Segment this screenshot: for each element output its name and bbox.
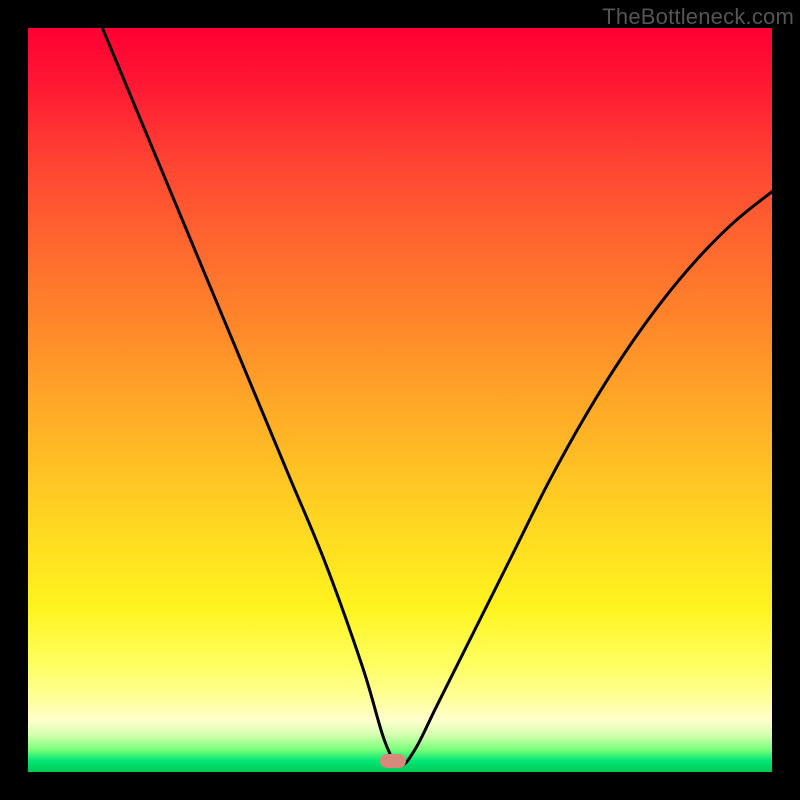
plot-area [28, 28, 772, 772]
min-marker [380, 754, 406, 768]
chart-container: TheBottleneck.com [0, 0, 800, 800]
watermark-text: TheBottleneck.com [602, 4, 794, 30]
bottleneck-curve [28, 28, 772, 772]
